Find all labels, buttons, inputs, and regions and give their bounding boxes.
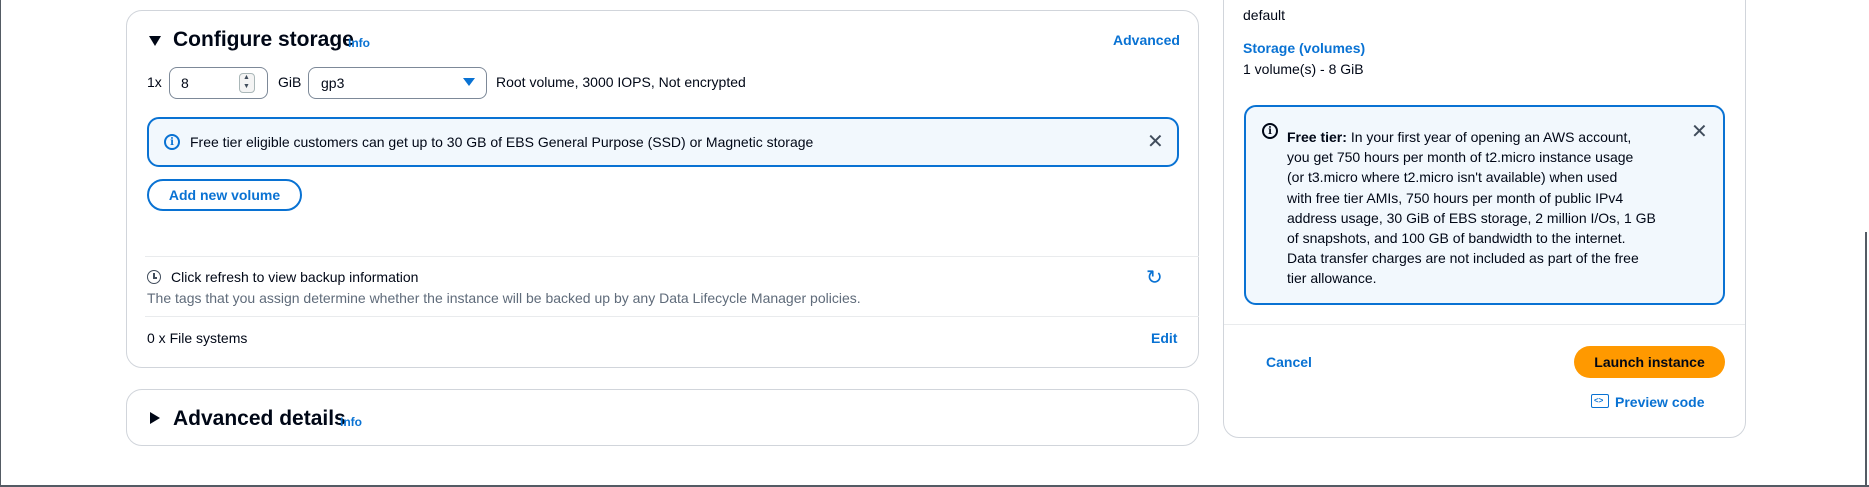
volume-size-value: 8 bbox=[181, 75, 189, 91]
security-group-value: default bbox=[1243, 7, 1286, 23]
storage-volumes-value: 1 volume(s) - 8 GiB bbox=[1243, 61, 1364, 77]
advanced-details-panel[interactable]: Advanced details Info bbox=[126, 389, 1199, 446]
divider bbox=[1224, 324, 1745, 325]
free-tier-alert-text: Free tier eligible customers can get up … bbox=[190, 134, 814, 150]
free-tier-line: address usage, 30 GiB of EBS storage, 2 … bbox=[1287, 209, 1656, 226]
cancel-button[interactable]: Cancel bbox=[1266, 354, 1312, 370]
free-tier-line: In your first year of opening an AWS acc… bbox=[1350, 129, 1632, 145]
spinner-icon[interactable]: ▲ ▼ bbox=[239, 73, 255, 93]
close-icon[interactable]: ✕ bbox=[1691, 121, 1708, 141]
storage-volumes-link[interactable]: Storage (volumes) bbox=[1243, 40, 1365, 56]
free-tier-line: Data transfer charges are not included a… bbox=[1287, 250, 1639, 267]
section-title: Configure storage bbox=[173, 28, 354, 51]
backup-title: Click refresh to view backup information bbox=[171, 269, 419, 285]
backup-description: The tags that you assign determine wheth… bbox=[147, 290, 861, 306]
file-systems-label: 0 x File systems bbox=[147, 330, 248, 346]
caret-down-icon bbox=[463, 78, 475, 86]
add-new-volume-button[interactable]: Add new volume bbox=[147, 179, 302, 211]
volume-type-select[interactable]: gp3 bbox=[308, 67, 487, 99]
expand-toggle-icon[interactable] bbox=[150, 412, 160, 424]
free-tier-alert: i Free tier eligible customers can get u… bbox=[147, 117, 1179, 167]
close-icon[interactable]: ✕ bbox=[1147, 131, 1164, 151]
volume-description: Root volume, 3000 IOPS, Not encrypted bbox=[496, 74, 746, 90]
info-link[interactable]: Info bbox=[340, 415, 362, 429]
volume-type-value: gp3 bbox=[321, 75, 345, 91]
clock-icon bbox=[147, 270, 161, 284]
info-circle-icon: i bbox=[1262, 123, 1278, 139]
divider bbox=[145, 316, 1199, 317]
free-tier-line: tier allowance. bbox=[1287, 270, 1377, 287]
configure-storage-panel: Configure storage Info Advanced 1x 8 ▲ ▼… bbox=[126, 10, 1199, 368]
section-title[interactable]: Advanced details bbox=[173, 407, 346, 431]
volume-unit: GiB bbox=[278, 74, 302, 90]
free-tier-summary-text: Free tier: In your first year of opening… bbox=[1287, 127, 1656, 289]
info-link[interactable]: Info bbox=[348, 36, 370, 50]
free-tier-summary-alert: i Free tier: In your first year of openi… bbox=[1244, 105, 1725, 305]
window-scrollbar[interactable] bbox=[1865, 232, 1867, 487]
summary-panel: default Storage (volumes) 1 volume(s) - … bbox=[1223, 0, 1746, 438]
free-tier-line: of snapshots, and 100 GB of bandwidth to… bbox=[1287, 230, 1626, 247]
window-frame-left bbox=[0, 0, 1, 487]
info-circle-icon: i bbox=[164, 134, 180, 150]
edit-file-systems-link[interactable]: Edit bbox=[1151, 330, 1177, 346]
divider bbox=[145, 256, 1199, 257]
free-tier-lead: Free tier: bbox=[1287, 129, 1347, 145]
advanced-link[interactable]: Advanced bbox=[1113, 32, 1180, 48]
preview-code-icon[interactable]: <> bbox=[1591, 394, 1609, 408]
free-tier-line: with free tier AMIs, 750 hours per month… bbox=[1287, 189, 1624, 206]
collapse-toggle-icon[interactable] bbox=[149, 36, 161, 46]
refresh-icon[interactable]: ↻ bbox=[1146, 267, 1163, 287]
volume-size-input[interactable]: 8 ▲ ▼ bbox=[169, 67, 268, 99]
preview-code-link[interactable]: Preview code bbox=[1615, 394, 1705, 410]
launch-instance-button[interactable]: Launch instance bbox=[1574, 346, 1725, 378]
volume-multiplier: 1x bbox=[147, 74, 162, 90]
free-tier-line: (or t3.micro where t2.micro isn't availa… bbox=[1287, 169, 1618, 186]
free-tier-line: you get 750 hours per month of t2.micro … bbox=[1287, 149, 1634, 166]
